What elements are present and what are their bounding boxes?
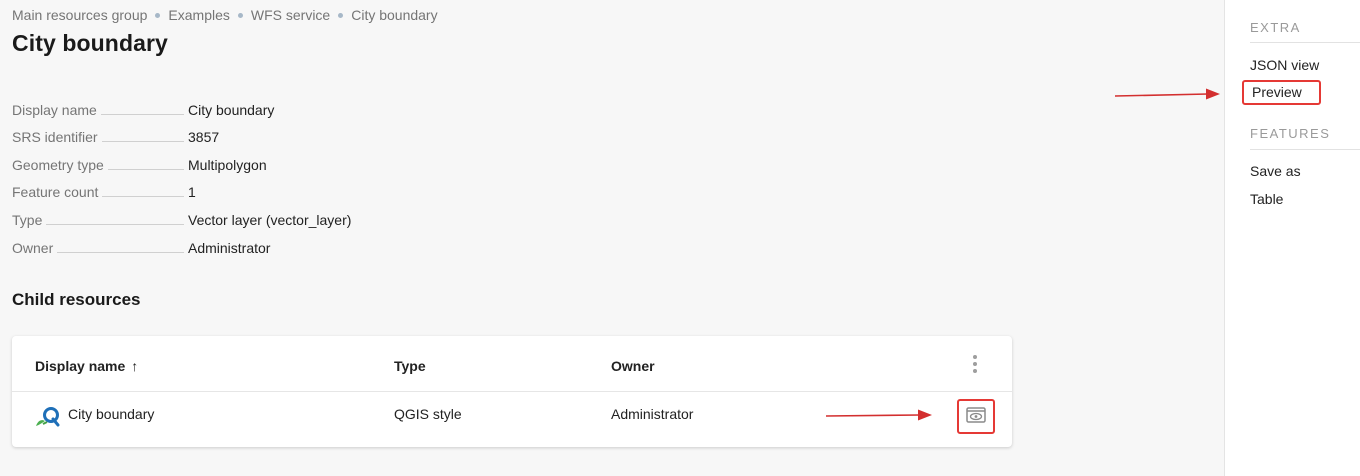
breadcrumb-item-wfs-service[interactable]: WFS service xyxy=(251,7,330,23)
property-geometry-type: Geometry type Multipolygon xyxy=(12,145,372,173)
properties-list: Display name City boundary SRS identifie… xyxy=(12,90,372,256)
sidebar-item-json-view[interactable]: JSON view xyxy=(1250,57,1319,73)
sidebar-header-extra: EXTRA xyxy=(1250,20,1301,35)
breadcrumb-item-main-resources-group[interactable]: Main resources group xyxy=(12,7,147,23)
breadcrumb-item-examples[interactable]: Examples xyxy=(168,7,229,23)
sidebar-item-table[interactable]: Table xyxy=(1250,191,1283,207)
table-row[interactable]: City boundary QGIS style Administrator xyxy=(12,392,1012,447)
page-title: City boundary xyxy=(12,30,168,56)
property-owner: Owner Administrator xyxy=(12,228,372,256)
column-header-display-name[interactable]: Display name ↑ xyxy=(35,358,138,374)
breadcrumb: Main resources group Examples WFS servic… xyxy=(12,7,438,23)
property-label: Type xyxy=(12,211,43,228)
property-display-name: Display name City boundary xyxy=(12,90,372,118)
actions-sidebar: EXTRA JSON view Preview FEATURES Save as… xyxy=(1224,0,1360,476)
child-resources-table: Display name ↑ Type Owner City boundary Q… xyxy=(12,336,1012,447)
arrow-up-icon: ↑ xyxy=(131,358,139,374)
property-label: Feature count xyxy=(12,184,99,201)
sidebar-header-features: FEATURES xyxy=(1250,126,1331,141)
column-header-type[interactable]: Type xyxy=(394,358,426,374)
table-header: Display name ↑ Type Owner xyxy=(12,336,1012,392)
preview-eye-icon xyxy=(966,407,986,426)
column-header-label: Display name xyxy=(35,358,126,374)
sidebar-item-preview[interactable]: Preview xyxy=(1242,80,1321,105)
row-display-name[interactable]: City boundary xyxy=(68,406,154,422)
property-value: City boundary xyxy=(188,101,275,118)
property-leader xyxy=(102,196,184,198)
property-value: Multipolygon xyxy=(188,156,267,173)
property-label: Display name xyxy=(12,101,97,118)
sidebar-divider xyxy=(1250,149,1360,150)
property-leader xyxy=(101,141,184,143)
property-feature-count: Feature count 1 xyxy=(12,173,372,201)
sidebar-divider xyxy=(1250,42,1360,43)
property-label: Geometry type xyxy=(12,156,104,173)
property-leader xyxy=(57,251,184,253)
property-value: 1 xyxy=(188,184,196,201)
row-owner: Administrator xyxy=(611,406,694,422)
property-label: SRS identifier xyxy=(12,129,98,146)
breadcrumb-separator xyxy=(338,12,344,18)
property-value: Administrator xyxy=(188,239,271,256)
main-content: Main resources group Examples WFS servic… xyxy=(0,0,1224,476)
property-leader xyxy=(100,113,184,115)
breadcrumb-separator xyxy=(155,12,161,18)
more-vertical-icon[interactable] xyxy=(972,355,978,373)
sidebar-item-save-as[interactable]: Save as xyxy=(1250,163,1301,179)
property-leader xyxy=(107,168,184,170)
preview-button[interactable] xyxy=(957,399,995,434)
breadcrumb-separator xyxy=(237,12,243,18)
breadcrumb-item-city-boundary[interactable]: City boundary xyxy=(351,7,437,23)
row-type: QGIS style xyxy=(394,406,462,422)
property-leader xyxy=(46,223,184,225)
child-resources-title: Child resources xyxy=(12,290,141,309)
property-value: Vector layer (vector_layer) xyxy=(188,211,352,228)
column-header-owner[interactable]: Owner xyxy=(611,358,655,374)
property-srs-identifier: SRS identifier 3857 xyxy=(12,118,372,146)
property-type: Type Vector layer (vector_layer) xyxy=(12,200,372,228)
property-label: Owner xyxy=(12,239,54,256)
qgis-icon xyxy=(36,404,62,428)
property-value: 3857 xyxy=(188,129,220,146)
